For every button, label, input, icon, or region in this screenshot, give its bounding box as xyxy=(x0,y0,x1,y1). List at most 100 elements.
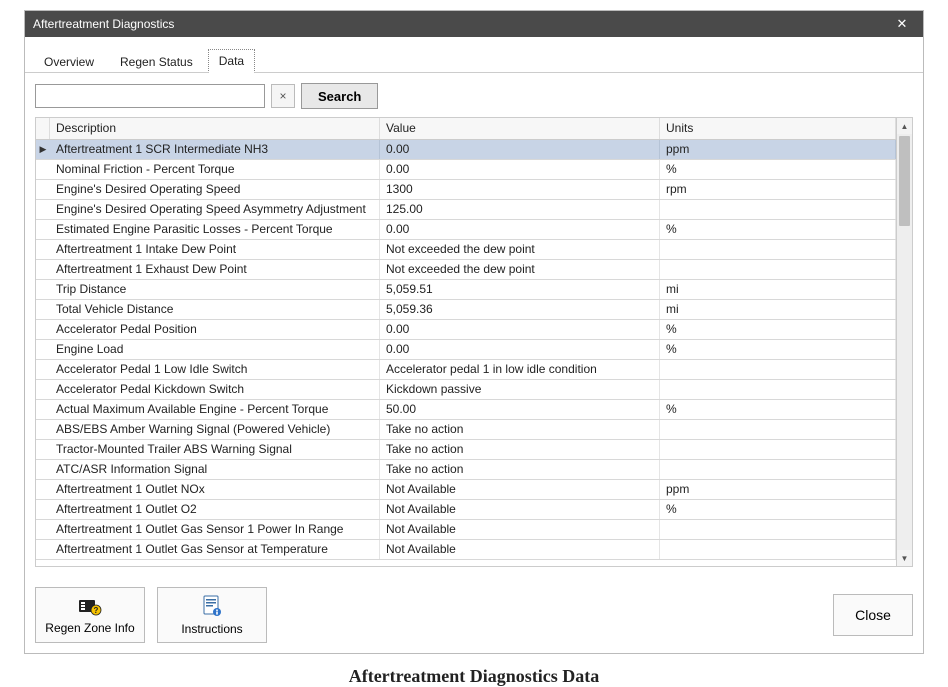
table-row[interactable]: Accelerator Pedal Position0.00% xyxy=(36,320,896,340)
window-title: Aftertreatment Diagnostics xyxy=(33,17,889,31)
close-button[interactable]: Close xyxy=(833,594,913,636)
table-row[interactable]: Aftertreatment 1 Intake Dew PointNot exc… xyxy=(36,240,896,260)
scroll-down-button[interactable]: ▼ xyxy=(897,550,912,566)
row-indicator xyxy=(36,280,50,299)
data-grid: Description Value Units ▶Aftertreatment … xyxy=(35,117,913,567)
row-indicator xyxy=(36,400,50,419)
table-row[interactable]: Total Vehicle Distance5,059.36mi xyxy=(36,300,896,320)
table-row[interactable]: Aftertreatment 1 Outlet O2Not Available% xyxy=(36,500,896,520)
row-indicator xyxy=(36,380,50,399)
scroll-up-button[interactable]: ▲ xyxy=(897,118,912,134)
row-indicator xyxy=(36,180,50,199)
scroll-thumb[interactable] xyxy=(899,136,910,226)
cell-units: % xyxy=(660,160,896,179)
tab-data[interactable]: Data xyxy=(208,49,255,73)
table-row[interactable]: ABS/EBS Amber Warning Signal (Powered Ve… xyxy=(36,420,896,440)
search-input[interactable] xyxy=(35,84,265,108)
cell-value: Kickdown passive xyxy=(380,380,660,399)
cell-units xyxy=(660,260,896,279)
cell-units xyxy=(660,360,896,379)
chevron-down-icon: ▼ xyxy=(901,554,909,563)
cell-description: Aftertreatment 1 Exhaust Dew Point xyxy=(50,260,380,279)
table-row[interactable]: Trip Distance5,059.51mi xyxy=(36,280,896,300)
row-indicator xyxy=(36,420,50,439)
search-bar: × Search xyxy=(35,83,913,109)
cell-units: mi xyxy=(660,300,896,319)
row-indicator xyxy=(36,340,50,359)
row-indicator xyxy=(36,440,50,459)
cell-value: Not exceeded the dew point xyxy=(380,240,660,259)
cell-description: Actual Maximum Available Engine - Percen… xyxy=(50,400,380,419)
grid-header-row: Description Value Units xyxy=(36,118,896,140)
search-clear-button[interactable]: × xyxy=(271,84,295,108)
table-row[interactable]: Nominal Friction - Percent Torque0.00% xyxy=(36,160,896,180)
cell-units: ppm xyxy=(660,140,896,159)
cell-description: Aftertreatment 1 Outlet O2 xyxy=(50,500,380,519)
row-indicator xyxy=(36,480,50,499)
cell-value: Not exceeded the dew point xyxy=(380,260,660,279)
grid-body: ▶Aftertreatment 1 SCR Intermediate NH30.… xyxy=(36,140,896,560)
figure-caption: Aftertreatment Diagnostics Data xyxy=(0,666,948,687)
window-close-button[interactable]: ✕ xyxy=(889,14,915,34)
table-row[interactable]: Accelerator Pedal 1 Low Idle SwitchAccel… xyxy=(36,360,896,380)
cell-description: Tractor-Mounted Trailer ABS Warning Sign… xyxy=(50,440,380,459)
column-header-units[interactable]: Units xyxy=(660,118,896,139)
table-row[interactable]: Aftertreatment 1 Outlet NOxNot Available… xyxy=(36,480,896,500)
table-row[interactable]: Actual Maximum Available Engine - Percen… xyxy=(36,400,896,420)
table-row[interactable]: Estimated Engine Parasitic Losses - Perc… xyxy=(36,220,896,240)
tab-overview[interactable]: Overview xyxy=(33,50,105,73)
column-header-value[interactable]: Value xyxy=(380,118,660,139)
cell-description: Nominal Friction - Percent Torque xyxy=(50,160,380,179)
cell-description: ATC/ASR Information Signal xyxy=(50,460,380,479)
cell-units xyxy=(660,440,896,459)
table-row[interactable]: Aftertreatment 1 Outlet Gas Sensor at Te… xyxy=(36,540,896,560)
cell-description: Trip Distance xyxy=(50,280,380,299)
cell-value: 5,059.51 xyxy=(380,280,660,299)
table-row[interactable]: Accelerator Pedal Kickdown SwitchKickdow… xyxy=(36,380,896,400)
svg-text:?: ? xyxy=(94,606,99,615)
cell-value: 50.00 xyxy=(380,400,660,419)
row-indicator: ▶ xyxy=(36,140,50,159)
instructions-label: Instructions xyxy=(181,622,242,636)
vertical-scrollbar[interactable]: ▲ ▼ xyxy=(896,118,912,566)
cell-value: 0.00 xyxy=(380,340,660,359)
instructions-icon xyxy=(202,595,222,620)
column-header-description[interactable]: Description xyxy=(50,118,380,139)
cell-value: Not Available xyxy=(380,520,660,539)
dialog-footer: ? Regen Zone Info I xyxy=(25,577,923,653)
cell-units xyxy=(660,240,896,259)
tab-regen-status[interactable]: Regen Status xyxy=(109,50,204,73)
table-row[interactable]: Engine's Desired Operating Speed1300rpm xyxy=(36,180,896,200)
cell-value: 0.00 xyxy=(380,320,660,339)
search-button[interactable]: Search xyxy=(301,83,378,109)
row-indicator-header xyxy=(36,118,50,139)
instructions-button[interactable]: Instructions xyxy=(157,587,267,643)
cell-value: 0.00 xyxy=(380,160,660,179)
cell-units xyxy=(660,460,896,479)
cell-description: Aftertreatment 1 Outlet NOx xyxy=(50,480,380,499)
cell-value: 0.00 xyxy=(380,220,660,239)
row-indicator xyxy=(36,520,50,539)
chevron-up-icon: ▲ xyxy=(901,122,909,131)
table-row[interactable]: ATC/ASR Information SignalTake no action xyxy=(36,460,896,480)
table-row[interactable]: Tractor-Mounted Trailer ABS Warning Sign… xyxy=(36,440,896,460)
cell-description: ABS/EBS Amber Warning Signal (Powered Ve… xyxy=(50,420,380,439)
cell-units: % xyxy=(660,400,896,419)
row-indicator xyxy=(36,460,50,479)
cell-description: Accelerator Pedal Kickdown Switch xyxy=(50,380,380,399)
tab-content: × Search Description Value Units ▶Aftert… xyxy=(25,73,923,577)
cell-value: 5,059.36 xyxy=(380,300,660,319)
table-row[interactable]: Engine's Desired Operating Speed Asymmet… xyxy=(36,200,896,220)
table-row[interactable]: Aftertreatment 1 Outlet Gas Sensor 1 Pow… xyxy=(36,520,896,540)
cell-description: Aftertreatment 1 Outlet Gas Sensor at Te… xyxy=(50,540,380,559)
row-indicator xyxy=(36,240,50,259)
cell-description: Accelerator Pedal 1 Low Idle Switch xyxy=(50,360,380,379)
table-row[interactable]: Engine Load0.00% xyxy=(36,340,896,360)
cell-units xyxy=(660,420,896,439)
table-row[interactable]: ▶Aftertreatment 1 SCR Intermediate NH30.… xyxy=(36,140,896,160)
cell-units: mi xyxy=(660,280,896,299)
dialog-window: Aftertreatment Diagnostics ✕ Overview Re… xyxy=(24,10,924,654)
table-row[interactable]: Aftertreatment 1 Exhaust Dew PointNot ex… xyxy=(36,260,896,280)
cell-units: % xyxy=(660,220,896,239)
regen-zone-info-button[interactable]: ? Regen Zone Info xyxy=(35,587,145,643)
